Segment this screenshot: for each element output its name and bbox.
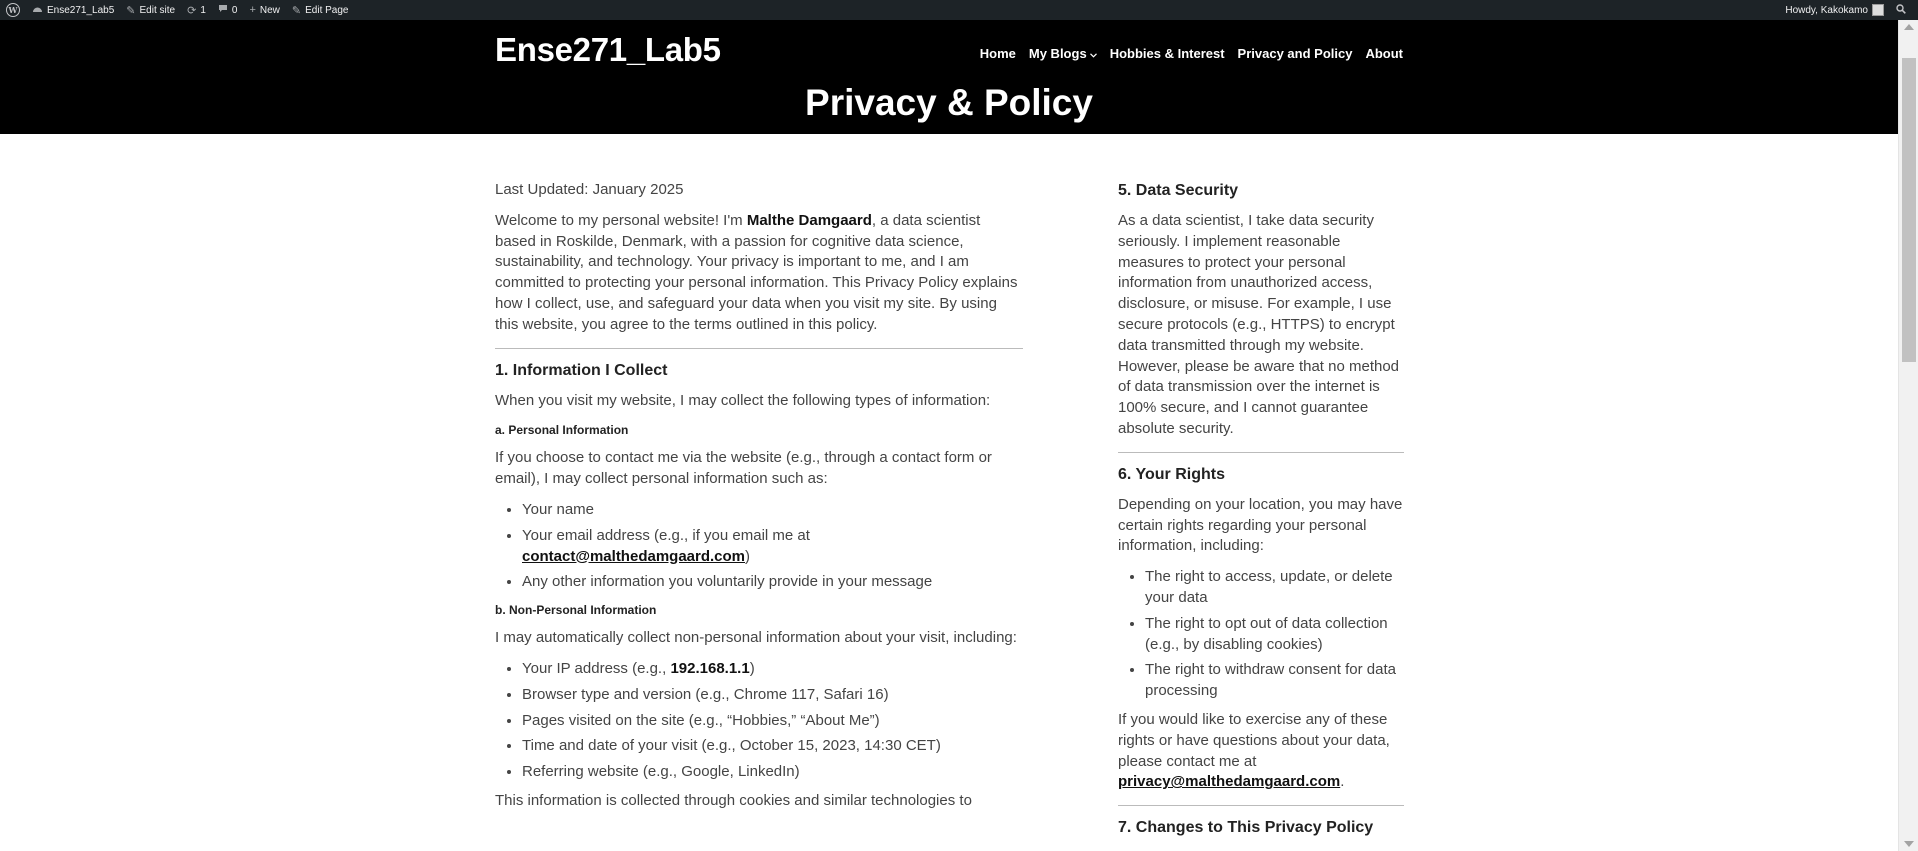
edit-page-link[interactable]: ✎ Edit Page (286, 0, 355, 20)
pencil-icon: ✎ (291, 4, 302, 17)
nav-item-label: About (1365, 46, 1403, 61)
section-text: When you visit my website, I may collect… (495, 391, 991, 409)
intro-text: , a data scientist based in Roskilde, De… (495, 211, 1018, 333)
subsection-heading: a. Personal Information (495, 423, 629, 438)
nav-item-my-blogs[interactable]: My Blogs (1029, 46, 1097, 61)
list-item: Any other information you voluntarily pr… (522, 572, 1023, 593)
list-item: Pages visited on the site (e.g., “Hobbie… (522, 711, 1023, 732)
section-heading: 7. Changes to This Privacy Policy (1118, 819, 1374, 837)
scroll-up-arrow-icon[interactable] (1904, 24, 1914, 30)
my-account-link[interactable]: Howdy, Kakokamo (1779, 0, 1890, 20)
section-text: If you choose to contact me via the webs… (495, 449, 992, 488)
nav-item-label: Home (979, 46, 1016, 61)
admin-search-button[interactable] (1890, 0, 1912, 20)
section-text: This information is collected through co… (495, 791, 972, 809)
list-item: Your name (522, 500, 1023, 521)
admin-bar-right: Howdy, Kakokamo (1779, 0, 1918, 20)
section-text: If you would like to exercise any of the… (1118, 710, 1404, 793)
main-navigation: Home My Blogs Hobbies & Interest Privacy… (980, 46, 1403, 61)
comment-icon (218, 4, 228, 16)
admin-bar: W Ense271_Lab5 ✎ Edit site ⟳ 1 0 + New ✎ (0, 0, 1918, 20)
list-item: Browser type and version (e.g., Chrome 1… (522, 685, 1023, 706)
wordpress-logo-button[interactable]: W (0, 0, 26, 20)
page-scrollbar[interactable] (1898, 20, 1918, 851)
nav-item-label: Hobbies & Interest (1109, 46, 1225, 61)
non-personal-info-list: Your IP address (e.g., 192.168.1.1) Brow… (522, 659, 1023, 783)
ip-example: 192.168.1.1 (670, 659, 750, 677)
dashboard-icon (32, 4, 43, 16)
scroll-down-arrow-icon[interactable] (1904, 841, 1914, 847)
divider (1118, 451, 1404, 453)
admin-bar-left: W Ense271_Lab5 ✎ Edit site ⟳ 1 0 + New ✎ (0, 0, 354, 20)
pencil-icon: ✎ (126, 4, 136, 17)
contact-text: . (1340, 773, 1345, 791)
nav-item-home[interactable]: Home (980, 46, 1016, 61)
list-item-text: ) (745, 547, 751, 565)
subsection-heading: b. Non-Personal Information (495, 603, 657, 618)
scrollbar-thumb[interactable] (1902, 58, 1916, 362)
nav-item-hobbies[interactable]: Hobbies & Interest (1110, 46, 1225, 61)
wordpress-icon: W (6, 3, 20, 17)
list-item-text: ) (749, 659, 755, 677)
howdy-label: Howdy, Kakokamo (1785, 4, 1868, 16)
refresh-icon: ⟳ (187, 4, 197, 17)
avatar (1872, 4, 1884, 16)
list-item: Your email address (e.g., if you email m… (522, 526, 1023, 568)
nav-item-privacy[interactable]: Privacy and Policy (1238, 46, 1353, 61)
site-header: Ense271_Lab5 Home My Blogs Hobbies & Int… (0, 20, 1898, 134)
nav-item-about[interactable]: About (1365, 46, 1403, 61)
author-name: Malthe Damgaard (746, 211, 872, 229)
comments-link[interactable]: 0 (212, 0, 244, 20)
list-item: Time and date of your visit (e.g., Octob… (522, 736, 1023, 757)
divider (495, 347, 1023, 349)
site-name-label: Ense271_Lab5 (47, 4, 115, 16)
intro-text: Welcome to my personal website! I'm (495, 211, 747, 229)
list-item: Referring website (e.g., Google, LinkedI… (522, 762, 1023, 783)
list-item-text: Your email address (e.g., if you email m… (522, 526, 810, 544)
contact-email-link[interactable]: contact@malthedamgaard.com (522, 548, 745, 565)
edit-site-link[interactable]: ✎ Edit site (120, 0, 181, 20)
contact-text: If you would like to exercise any of the… (1118, 710, 1390, 770)
personal-info-list: Your name Your email address (e.g., if y… (522, 500, 1023, 593)
rights-list: The right to access, update, or delete y… (1145, 567, 1404, 702)
page-title: Privacy & Policy (805, 82, 1093, 123)
list-item: Your IP address (e.g., 192.168.1.1) (522, 659, 1023, 680)
updates-count: 1 (200, 4, 206, 16)
right-column: 5. Data Security As a data scientist, I … (1118, 180, 1404, 848)
list-item: The right to withdraw consent for data p… (1145, 660, 1404, 702)
new-label: New (259, 4, 280, 16)
comments-count: 0 (231, 4, 238, 16)
section-text: Depending on your location, you may have… (1118, 495, 1403, 555)
intro-paragraph: Welcome to my personal website! I'm Malt… (495, 211, 1023, 336)
new-content-link[interactable]: + New (243, 0, 285, 20)
privacy-email-link[interactable]: privacy@malthedamgaard.com (1118, 773, 1340, 790)
edit-site-label: Edit site (139, 4, 176, 16)
search-icon (1896, 3, 1906, 17)
divider (1118, 805, 1404, 807)
left-column: Last Updated: January 2025 Welcome to my… (495, 180, 1023, 822)
site-name-link[interactable]: Ense271_Lab5 (26, 0, 120, 20)
section-heading: 1. Information I Collect (495, 361, 668, 379)
nav-item-label: Privacy and Policy (1237, 46, 1353, 61)
section-heading: 6. Your Rights (1118, 465, 1225, 483)
edit-page-label: Edit Page (305, 4, 349, 16)
list-item-text: Your IP address (e.g., (522, 659, 671, 677)
list-item: The right to access, update, or delete y… (1145, 567, 1404, 609)
section-text: As a data scientist, I take data securit… (1118, 212, 1400, 437)
last-updated: Last Updated: January 2025 (495, 181, 684, 198)
section-text: I may automatically collect non-personal… (495, 629, 1017, 647)
updates-link[interactable]: ⟳ 1 (181, 0, 212, 20)
plus-icon: + (249, 4, 256, 16)
section-heading: 5. Data Security (1118, 182, 1239, 199)
list-item: The right to opt out of data collection … (1145, 614, 1404, 656)
chevron-down-icon (1089, 46, 1097, 61)
nav-item-label: My Blogs (1028, 46, 1087, 61)
site-title-link[interactable]: Ense271_Lab5 (495, 31, 721, 69)
